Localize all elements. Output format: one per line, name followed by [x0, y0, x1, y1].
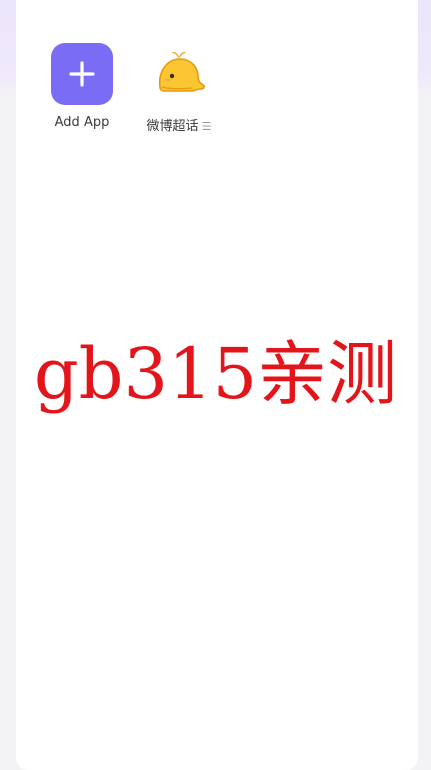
weibo-supertopic-label: 微博超话 ☰ — [139, 115, 219, 134]
weibo-supertopic-app[interactable]: 微博超话 ☰ — [139, 43, 219, 134]
weibo-supertopic-text: 微博超话 — [146, 119, 199, 134]
whale-app-tile[interactable] — [148, 43, 210, 105]
plus-icon — [69, 61, 95, 87]
watermark-text: gb315亲测 — [33, 333, 398, 415]
whale-icon — [158, 52, 205, 92]
menu-icon: ☰ — [201, 120, 212, 133]
add-app-label: Add App — [54, 115, 110, 130]
add-app-tile[interactable] — [51, 43, 113, 105]
add-app-button[interactable]: Add App — [42, 43, 122, 130]
